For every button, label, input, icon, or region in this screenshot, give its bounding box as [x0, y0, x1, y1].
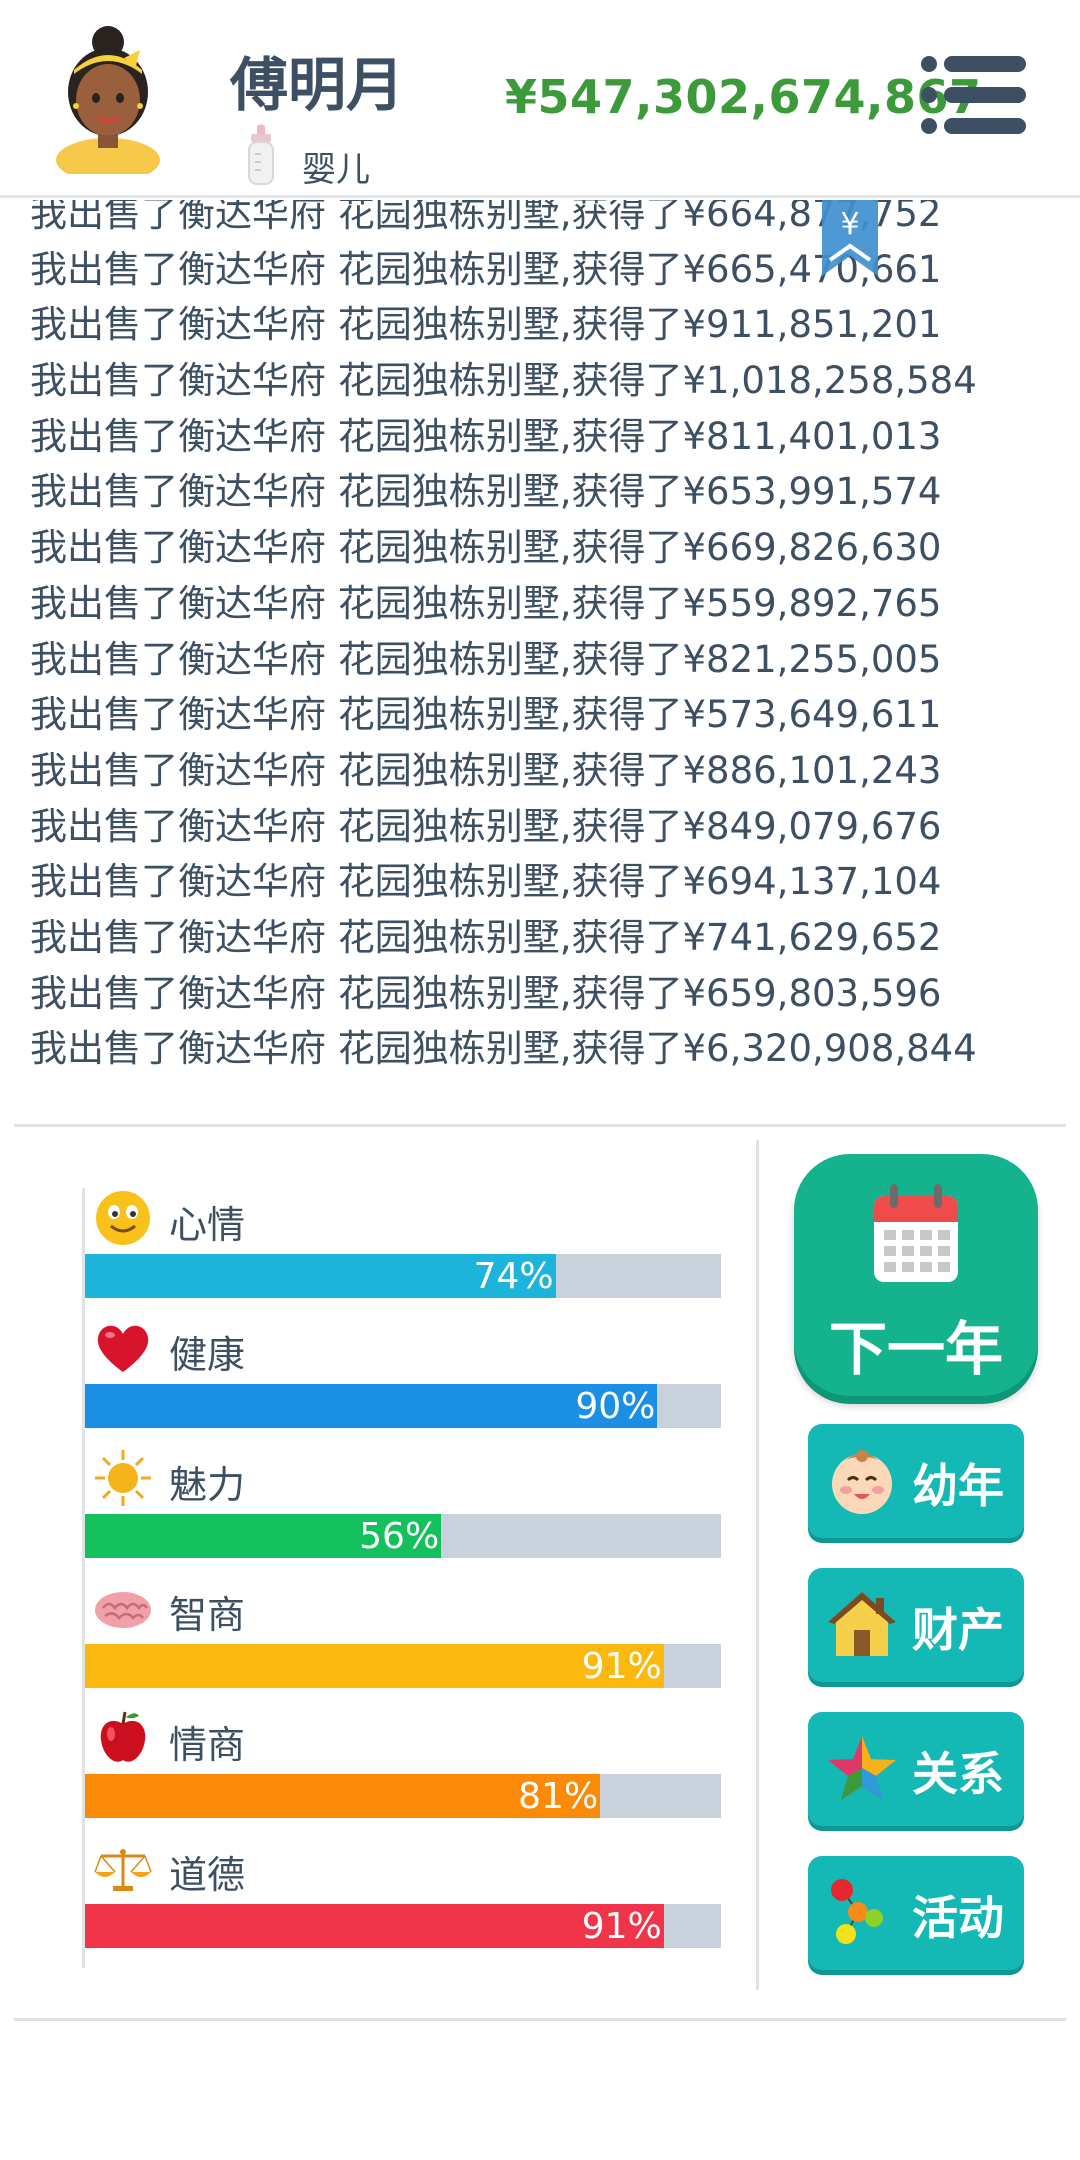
stat-bar-track: 74% [85, 1254, 721, 1298]
stat-mood: 心情 74% [85, 1188, 725, 1318]
stat-health: 健康 90% [85, 1318, 725, 1448]
stat-percent: 91% [581, 1906, 662, 1947]
assets-label: 财产 [912, 1603, 1004, 1657]
sun-icon [95, 1450, 151, 1506]
log-entry: 我出售了衡达华府 花园独栋别墅,获得了¥669,826,630 [30, 526, 942, 570]
column-divider [756, 1140, 759, 1990]
stat-bar-fill: 81% [85, 1774, 601, 1818]
childhood-button[interactable]: 幼年 [808, 1424, 1024, 1538]
log-entry: 我出售了衡达华府 花园独栋别墅,获得了¥559,892,765 [30, 581, 942, 625]
stat-label: 道德 [169, 1853, 246, 1897]
stat-bar-fill: 74% [85, 1254, 556, 1298]
next-year-label: 下一年 [828, 1315, 1003, 1383]
smiley-icon [96, 1191, 150, 1245]
log-entry: 我出售了衡达华府 花园独栋别墅,获得了¥6,320,908,844 [30, 1027, 977, 1071]
baby-bottle-icon [248, 124, 274, 185]
stat-label: 智商 [169, 1593, 246, 1637]
stat-bar-fill: 90% [85, 1384, 658, 1428]
scales-icon [94, 1849, 152, 1891]
star-icon [828, 1736, 896, 1800]
log-entry: 我出售了衡达华府 花园独栋别墅,获得了¥821,255,005 [30, 637, 942, 681]
stat-label: 心情 [169, 1203, 246, 1247]
log-entry: 我出售了衡达华府 花园独栋别墅,获得了¥659,803,596 [30, 971, 942, 1015]
log-entry: 我出售了衡达华府 花园独栋别墅,获得了¥573,649,611 [30, 693, 942, 737]
log-entry: 我出售了衡达华府 花园独栋别墅,获得了¥741,629,652 [30, 915, 942, 959]
calendar-icon [874, 1184, 958, 1282]
stat-bar-track: 91% [85, 1904, 721, 1948]
stat-iq: 智商 91% [85, 1578, 725, 1708]
log-entry: 我出售了衡达华府 花园独栋别墅,获得了¥664,877,752 [30, 200, 942, 235]
stat-morality: 道德 91% [85, 1838, 725, 1968]
log-entry: 我出售了衡达华府 花园独栋别墅,获得了¥811,401,013 [30, 414, 942, 458]
event-log-list: 我出售了衡达华府 花园独栋别墅,获得了¥664,877,752 我出售了衡达华府… [30, 200, 1080, 1077]
log-entry: 我出售了衡达华府 花园独栋别墅,获得了¥1,018,258,584 [30, 359, 977, 403]
footer-divider [14, 2018, 1066, 2021]
bookmark-symbol: ¥ [840, 207, 859, 242]
log-entry: 我出售了衡达华府 花园独栋别墅,获得了¥911,851,201 [30, 303, 942, 347]
log-entry: 我出售了衡达华府 花园独栋别墅,获得了¥653,991,574 [30, 470, 942, 514]
house-icon [828, 1592, 896, 1656]
stat-percent: 74% [473, 1256, 554, 1297]
stat-label: 情商 [169, 1723, 246, 1767]
event-log[interactable]: 我出售了衡达华府 花园独栋别墅,获得了¥664,877,752 我出售了衡达华府… [0, 200, 1080, 1090]
section-divider [14, 1124, 1066, 1127]
age-stage-label: 婴儿 [302, 150, 370, 190]
stat-bar-fill: 91% [85, 1644, 664, 1688]
stat-percent: 90% [575, 1386, 656, 1427]
baby-face-icon [832, 1450, 892, 1514]
stat-charm: 魅力 56% [85, 1448, 725, 1578]
next-year-button[interactable]: 下一年 [794, 1154, 1038, 1396]
stat-bar-track: 56% [85, 1514, 721, 1558]
stats-panel: 心情 74% 健康 90% 魅力 56% 智商 91% 情商 81% 道德 91… [82, 1188, 722, 1968]
log-entry: 我出售了衡达华府 花园独栋别墅,获得了¥886,101,243 [30, 748, 942, 792]
stat-eq: 情商 81% [85, 1708, 725, 1838]
relations-label: 关系 [912, 1747, 1004, 1801]
player-name: 傅明月 [230, 51, 405, 119]
stat-bar-track: 91% [85, 1644, 721, 1688]
money-balance: ¥547,302,674,867 [505, 70, 982, 124]
activities-label: 活动 [912, 1891, 1004, 1945]
stat-label: 魅力 [169, 1463, 246, 1507]
stat-bar-fill: 91% [85, 1904, 664, 1948]
top-bar: 傅明月 婴儿 ¥547,302,674,867 [0, 0, 1080, 198]
log-entry: 我出售了衡达华府 花园独栋别墅,获得了¥665,470,661 [30, 247, 942, 291]
activity-molecule-icon [831, 1879, 883, 1944]
stat-percent: 91% [581, 1646, 662, 1687]
stat-bar-fill: 56% [85, 1514, 442, 1558]
assets-button[interactable]: 财产 [808, 1568, 1024, 1682]
brain-icon [95, 1592, 151, 1628]
log-entry: 我出售了衡达华府 花园独栋别墅,获得了¥849,079,676 [30, 804, 942, 848]
log-entry: 我出售了衡达华府 花园独栋别墅,获得了¥694,137,104 [30, 860, 942, 904]
stat-percent: 56% [359, 1516, 440, 1557]
stat-bar-track: 81% [85, 1774, 721, 1818]
bookmark-ribbon-icon[interactable]: ¥ [822, 200, 878, 276]
apple-icon [100, 1711, 146, 1762]
stat-label: 健康 [169, 1333, 246, 1377]
avatar[interactable] [48, 14, 168, 174]
menu-icon[interactable] [920, 54, 1028, 136]
heart-icon [97, 1325, 149, 1372]
relations-button[interactable]: 关系 [808, 1712, 1024, 1826]
childhood-label: 幼年 [912, 1459, 1004, 1513]
activities-button[interactable]: 活动 [808, 1856, 1024, 1970]
stat-percent: 81% [518, 1776, 599, 1817]
stat-bar-track: 90% [85, 1384, 721, 1428]
